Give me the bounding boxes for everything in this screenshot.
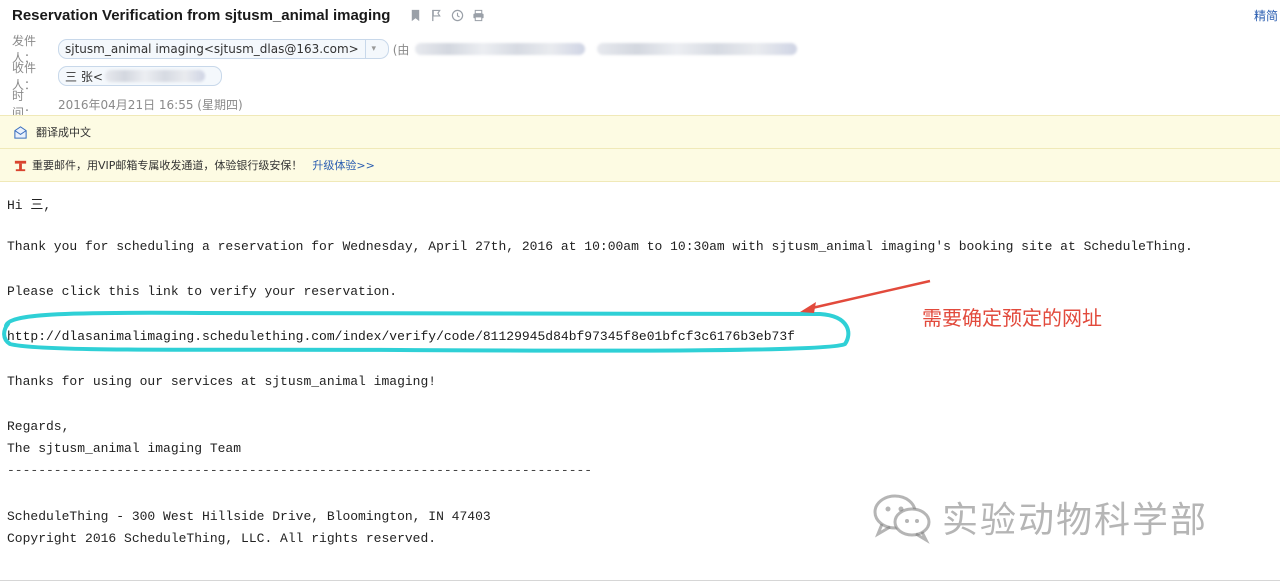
watermark: 实验动物科学部 <box>870 490 1208 544</box>
chevron-down-icon[interactable]: ▾ <box>364 40 382 58</box>
regards-text: Regards, <box>7 419 70 434</box>
vip-notice-text: 重要邮件，用VIP邮箱专属收发通道，体验银行级安保！ <box>32 159 303 172</box>
wechat-icon <box>873 494 931 544</box>
recipient-address-text: 三 张< <box>65 69 103 84</box>
simplify-link[interactable]: 精简 <box>1254 7 1278 24</box>
translate-bar: 翻译成中文 <box>0 115 1280 148</box>
watermark-text: 实验动物科学部 <box>942 500 1209 541</box>
vip-notice-bar: 重要邮件，用VIP邮箱专属收发通道，体验银行级安保！ 升级体验>> <box>0 148 1280 182</box>
via-text: (由 <box>392 42 410 57</box>
thanks-paragraph: Thank you for scheduling a reservation f… <box>7 239 1193 254</box>
email-subject: Reservation Verification from sjtusm_ani… <box>12 6 391 24</box>
instruction-paragraph: Please click this link to verify your re… <box>7 284 398 299</box>
team-signature: The sjtusm_animal imaging Team <box>7 441 242 456</box>
clock-icon[interactable] <box>450 8 464 22</box>
sender-address[interactable]: sjtusm_animal imaging<sjtusm_dlas@163.co… <box>58 39 389 59</box>
footer-address: ScheduleThing - 300 West Hillside Drive,… <box>7 509 491 524</box>
recipient-address[interactable]: 三 张< <box>58 66 222 86</box>
subject-row: Reservation Verification from sjtusm_ani… <box>12 4 485 26</box>
subject-actions <box>408 8 485 22</box>
bookmark-icon[interactable] <box>408 8 422 22</box>
flag-icon[interactable] <box>429 8 443 22</box>
translate-link[interactable]: 翻译成中文 <box>36 124 91 140</box>
redacted-text <box>415 43 586 55</box>
vip-mail-icon <box>12 157 28 173</box>
email-view: Reservation Verification from sjtusm_ani… <box>0 0 1280 582</box>
footer-copyright: Copyright 2016 ScheduleThing, LLC. All r… <box>7 531 437 546</box>
print-icon[interactable] <box>471 8 485 22</box>
thanks-using-paragraph: Thanks for using our services at sjtusm_… <box>7 374 437 389</box>
verify-link[interactable]: http://dlasanimalimaging.schedulething.c… <box>7 329 795 344</box>
bottom-divider <box>0 580 1280 581</box>
email-header: Reservation Verification from sjtusm_ani… <box>0 0 1280 120</box>
translate-icon[interactable] <box>12 124 28 140</box>
sent-time: 2016年04月21日 16:55 (星期四) <box>58 97 243 112</box>
separator-line: ----------------------------------------… <box>7 463 593 478</box>
annotation-text: 需要确定预定的网址 <box>922 306 1102 330</box>
redacted-text <box>597 43 798 55</box>
vip-upgrade-link[interactable]: 升级体验>> <box>312 157 374 173</box>
greeting: Hi 三, <box>7 198 52 213</box>
redacted-text <box>104 70 205 82</box>
sender-address-text: sjtusm_animal imaging<sjtusm_dlas@163.co… <box>65 42 359 56</box>
